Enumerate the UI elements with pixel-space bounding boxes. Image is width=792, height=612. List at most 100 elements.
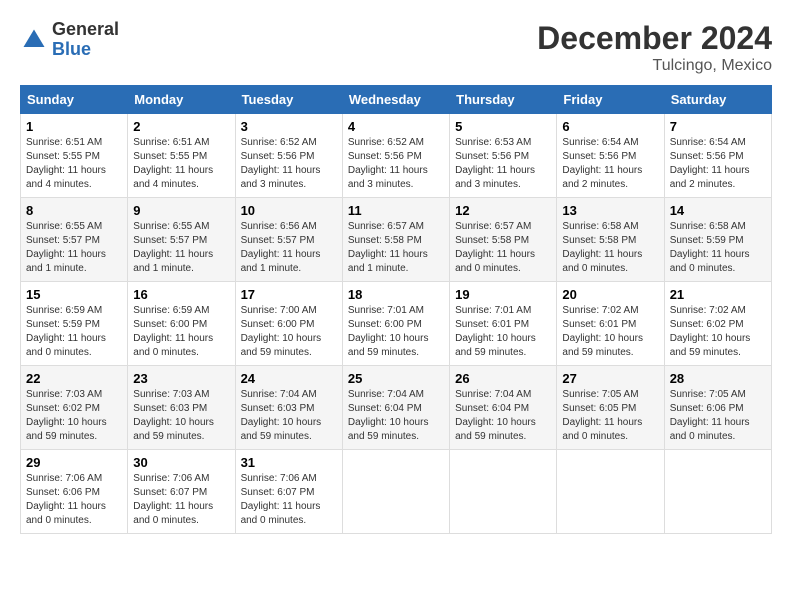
day-info: Sunrise: 6:59 AMSunset: 5:59 PMDaylight:… [26,304,122,360]
day-number: 5 [455,119,551,134]
calendar-cell: 16 Sunrise: 6:59 AMSunset: 6:00 PMDayligh… [128,282,235,366]
calendar-cell: 18 Sunrise: 7:01 AMSunset: 6:00 PMDayligh… [342,282,449,366]
day-info: Sunrise: 6:57 AMSunset: 5:58 PMDaylight:… [348,220,444,276]
calendar-table: SundayMondayTuesdayWednesdayThursdayFrid… [20,85,772,534]
calendar-cell: 30 Sunrise: 7:06 AMSunset: 6:07 PMDayligh… [128,450,235,534]
calendar-week-row: 8Sunrise: 6:55 AMSunset: 5:57 PMDaylight… [21,198,772,282]
calendar-cell: 5 Sunrise: 6:53 AMSunset: 5:56 PMDaylight… [450,114,557,198]
calendar-cell: 1Sunrise: 6:51 AMSunset: 5:55 PMDaylight… [21,114,128,198]
day-number: 19 [455,287,551,302]
day-info: Sunrise: 6:55 AMSunset: 5:57 PMDaylight:… [133,220,229,276]
day-info: Sunrise: 6:57 AMSunset: 5:58 PMDaylight:… [455,220,551,276]
calendar-cell: 17 Sunrise: 7:00 AMSunset: 6:00 PMDayligh… [235,282,342,366]
calendar-week-row: 29Sunrise: 7:06 AMSunset: 6:06 PMDayligh… [21,450,772,534]
day-of-week-header: Friday [557,86,664,114]
day-info: Sunrise: 7:00 AMSunset: 6:00 PMDaylight:… [241,304,337,360]
day-info: Sunrise: 7:04 AMSunset: 6:03 PMDaylight:… [241,388,337,444]
calendar-cell: 28Sunrise: 7:05 AMSunset: 6:06 PMDayligh… [664,366,771,450]
day-info: Sunrise: 7:03 AMSunset: 6:02 PMDaylight:… [26,388,122,444]
calendar-cell: 26 Sunrise: 7:04 AMSunset: 6:04 PMDayligh… [450,366,557,450]
day-of-week-header: Tuesday [235,86,342,114]
calendar-cell [450,450,557,534]
calendar-cell [342,450,449,534]
day-number: 31 [241,455,337,470]
calendar-cell [557,450,664,534]
day-number: 2 [133,119,229,134]
day-of-week-header: Wednesday [342,86,449,114]
calendar-cell: 2 Sunrise: 6:51 AMSunset: 5:55 PMDaylight… [128,114,235,198]
day-number: 18 [348,287,444,302]
calendar-cell: 25 Sunrise: 7:04 AMSunset: 6:04 PMDayligh… [342,366,449,450]
calendar-cell [664,450,771,534]
day-number: 14 [670,203,766,218]
logo-icon [20,26,48,54]
day-info: Sunrise: 6:58 AMSunset: 5:59 PMDaylight:… [670,220,766,276]
calendar-cell: 15 Sunrise: 6:59 AMSunset: 5:59 PMDayligh… [21,282,128,366]
location-title: Tulcingo, Mexico [537,57,772,75]
calendar-cell: 8Sunrise: 6:55 AMSunset: 5:57 PMDaylight… [21,198,128,282]
calendar-cell: 13 Sunrise: 6:58 AMSunset: 5:58 PMDayligh… [557,198,664,282]
day-info: Sunrise: 7:02 AMSunset: 6:02 PMDaylight:… [670,304,766,360]
day-info: Sunrise: 7:01 AMSunset: 6:01 PMDaylight:… [455,304,551,360]
day-number: 26 [455,371,551,386]
day-number: 15 [26,287,122,302]
day-info: Sunrise: 6:55 AMSunset: 5:57 PMDaylight:… [26,220,122,276]
day-info: Sunrise: 7:04 AMSunset: 6:04 PMDaylight:… [348,388,444,444]
day-number: 23 [133,371,229,386]
day-number: 7 [670,119,766,134]
day-number: 25 [348,371,444,386]
calendar-cell: 23 Sunrise: 7:03 AMSunset: 6:03 PMDayligh… [128,366,235,450]
calendar-cell: 10Sunrise: 6:56 AMSunset: 5:57 PMDayligh… [235,198,342,282]
day-info: Sunrise: 6:54 AMSunset: 5:56 PMDaylight:… [670,136,766,192]
day-of-week-header: Monday [128,86,235,114]
day-number: 20 [562,287,658,302]
calendar-cell: 27Sunrise: 7:05 AMSunset: 6:05 PMDayligh… [557,366,664,450]
day-info: Sunrise: 6:54 AMSunset: 5:56 PMDaylight:… [562,136,658,192]
day-info: Sunrise: 7:05 AMSunset: 6:06 PMDaylight:… [670,388,766,444]
day-number: 12 [455,203,551,218]
day-info: Sunrise: 7:06 AMSunset: 6:07 PMDaylight:… [241,472,337,528]
calendar-cell: 21 Sunrise: 7:02 AMSunset: 6:02 PMDayligh… [664,282,771,366]
calendar-cell: 24 Sunrise: 7:04 AMSunset: 6:03 PMDayligh… [235,366,342,450]
day-number: 21 [670,287,766,302]
day-info: Sunrise: 7:03 AMSunset: 6:03 PMDaylight:… [133,388,229,444]
day-info: Sunrise: 7:04 AMSunset: 6:04 PMDaylight:… [455,388,551,444]
day-number: 10 [241,203,337,218]
logo-general: General [52,20,119,40]
day-number: 13 [562,203,658,218]
day-info: Sunrise: 7:06 AMSunset: 6:07 PMDaylight:… [133,472,229,528]
day-of-week-header: Thursday [450,86,557,114]
day-info: Sunrise: 6:51 AMSunset: 5:55 PMDaylight:… [133,136,229,192]
day-number: 16 [133,287,229,302]
day-number: 22 [26,371,122,386]
day-number: 3 [241,119,337,134]
day-info: Sunrise: 7:05 AMSunset: 6:05 PMDaylight:… [562,388,658,444]
day-info: Sunrise: 6:59 AMSunset: 6:00 PMDaylight:… [133,304,229,360]
calendar-cell: 22 Sunrise: 7:03 AMSunset: 6:02 PMDayligh… [21,366,128,450]
day-info: Sunrise: 7:02 AMSunset: 6:01 PMDaylight:… [562,304,658,360]
calendar-week-row: 15 Sunrise: 6:59 AMSunset: 5:59 PMDayligh… [21,282,772,366]
day-of-week-header: Sunday [21,86,128,114]
day-of-week-header: Saturday [664,86,771,114]
logo-blue: Blue [52,40,119,60]
day-info: Sunrise: 6:52 AMSunset: 5:56 PMDaylight:… [241,136,337,192]
day-info: Sunrise: 6:52 AMSunset: 5:56 PMDaylight:… [348,136,444,192]
day-info: Sunrise: 6:51 AMSunset: 5:55 PMDaylight:… [26,136,122,192]
day-number: 24 [241,371,337,386]
calendar-cell: 9Sunrise: 6:55 AMSunset: 5:57 PMDaylight… [128,198,235,282]
calendar-cell: 14 Sunrise: 6:58 AMSunset: 5:59 PMDayligh… [664,198,771,282]
logo: General Blue [20,20,119,60]
calendar-cell: 19 Sunrise: 7:01 AMSunset: 6:01 PMDayligh… [450,282,557,366]
day-number: 17 [241,287,337,302]
calendar-cell: 12 Sunrise: 6:57 AMSunset: 5:58 PMDayligh… [450,198,557,282]
day-info: Sunrise: 6:58 AMSunset: 5:58 PMDaylight:… [562,220,658,276]
calendar-week-row: 1Sunrise: 6:51 AMSunset: 5:55 PMDaylight… [21,114,772,198]
day-number: 30 [133,455,229,470]
day-number: 6 [562,119,658,134]
day-info: Sunrise: 7:01 AMSunset: 6:00 PMDaylight:… [348,304,444,360]
calendar-header-row: SundayMondayTuesdayWednesdayThursdayFrid… [21,86,772,114]
day-number: 11 [348,203,444,218]
day-number: 29 [26,455,122,470]
day-info: Sunrise: 6:53 AMSunset: 5:56 PMDaylight:… [455,136,551,192]
calendar-cell: 11 Sunrise: 6:57 AMSunset: 5:58 PMDayligh… [342,198,449,282]
